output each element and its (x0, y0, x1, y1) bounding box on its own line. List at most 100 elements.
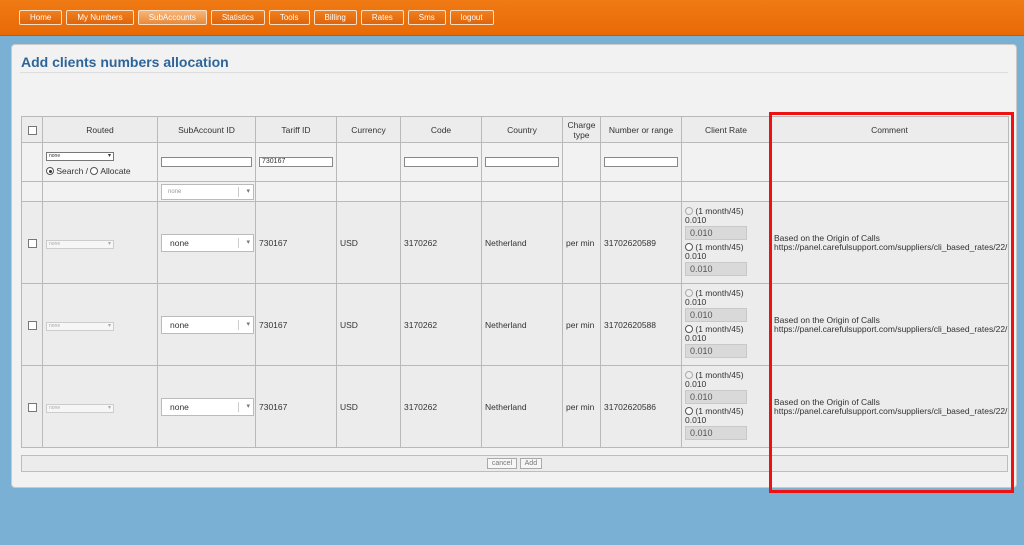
chevron-down-icon: ▾ (107, 240, 111, 247)
routed-select: none ▾ (46, 239, 114, 249)
main-panel: Add clients numbers allocation Routed Su… (11, 44, 1017, 488)
rate-value: 0.010 (685, 332, 707, 343)
search-radio[interactable] (46, 167, 54, 176)
chevron-down-icon: ▾ (107, 322, 111, 329)
row-checkbox[interactable] (27, 238, 37, 248)
rate-value: 0.010 (685, 250, 707, 261)
nav-logout-button[interactable]: logout (449, 10, 494, 25)
rate-value: 0.010 (685, 296, 707, 307)
nav-tools-button[interactable]: Tools (268, 10, 310, 25)
filter-routed-cell: none ▾ Search / Allocate (42, 142, 158, 182)
comment-cell: Based on the Origin of Calls https://pan… (770, 201, 1009, 284)
header-country: Country (481, 116, 563, 143)
tariff-id-cell: 730167 (255, 365, 337, 448)
comment-cell: Based on the Origin of Calls https://pan… (770, 365, 1009, 448)
country-cell: Netherland (481, 365, 563, 448)
subaccount-select[interactable]: none ▾ (161, 233, 254, 252)
currency-cell: USD (336, 365, 401, 448)
subaccount-select[interactable]: none ▾ (161, 315, 254, 334)
nav-home-button[interactable]: Home (19, 10, 63, 25)
top-nav-bar: Home My Numbers SubAccounts Statistics T… (0, 0, 1024, 36)
filter-charge-cell (562, 142, 601, 182)
select-all-checkbox[interactable] (27, 125, 37, 135)
rate-input[interactable]: 0.010 (685, 425, 747, 440)
nav-my-numbers-button[interactable]: My Numbers (66, 10, 134, 25)
subaccount-select-row: none ▾ (21, 181, 1009, 202)
subaccount-select[interactable]: none ▾ (161, 397, 254, 416)
page-title: Add clients numbers allocation (21, 54, 229, 70)
code-cell: 3170262 (400, 365, 482, 448)
header-row: Routed SubAccount ID Tariff ID Currency … (21, 116, 1009, 143)
header-select-cell (21, 116, 43, 143)
rate-input[interactable]: 0.010 (685, 307, 747, 322)
allocate-radio[interactable] (90, 167, 99, 176)
nav-statistics-button[interactable]: Statistics (210, 10, 265, 25)
chevron-down-icon: ▾ (246, 187, 250, 195)
cancel-button[interactable]: cancel (486, 458, 518, 469)
header-client-rate: Client Rate (681, 116, 771, 143)
nav-rates-button[interactable]: Rates (360, 10, 404, 25)
code-filter-input[interactable] (404, 157, 478, 167)
mode-radio-group: Search / Allocate (46, 166, 154, 176)
number-cell: 31702620588 (600, 283, 682, 366)
filter-code-cell (400, 142, 482, 182)
number-cell: 31702620586 (600, 365, 682, 448)
filter-tariff-cell: 730167 (255, 142, 337, 182)
client-rate-cell: (1 month/45) 0.010 0.010 (1 month/45) 0.… (681, 283, 771, 366)
charge-type-cell: per min (562, 201, 601, 284)
form-actions-bar: cancel Add (21, 455, 1008, 472)
rate-input[interactable]: 0.010 (685, 261, 747, 276)
filter-number-cell (600, 142, 682, 182)
table-row: none ▾ none ▾ 730167 USD 3170262 Netherlan… (21, 283, 1009, 366)
header-currency: Currency (336, 116, 401, 143)
chevron-down-icon: ▾ (246, 238, 250, 246)
tariff-filter-input[interactable]: 730167 (259, 157, 333, 167)
rate-value: 0.010 (685, 378, 707, 389)
nav-subaccounts-button[interactable]: SubAccounts (137, 10, 207, 25)
country-cell: Netherland (481, 283, 563, 366)
bulk-subaccount-cell: none ▾ (157, 181, 256, 202)
add-button[interactable]: Add (519, 458, 543, 469)
header-number-or-range: Number or range (600, 116, 682, 143)
code-cell: 3170262 (400, 201, 482, 284)
routed-filter-select[interactable]: none ▾ (46, 151, 114, 161)
nav-billing-button[interactable]: Billing (313, 10, 357, 25)
header-subaccount-id: SubAccount ID (157, 116, 256, 143)
chevron-down-icon: ▾ (107, 152, 111, 159)
row-checkbox[interactable] (27, 402, 37, 412)
charge-type-cell: per min (562, 365, 601, 448)
filter-currency-cell (336, 142, 401, 182)
header-routed: Routed (42, 116, 158, 143)
nav-sms-button[interactable]: Sms (407, 10, 446, 25)
rate-input[interactable]: 0.010 (685, 225, 747, 240)
main-nav: Home My Numbers SubAccounts Statistics T… (19, 10, 494, 25)
bulk-subaccount-select[interactable]: none ▾ (161, 183, 254, 200)
routed-select: none ▾ (46, 321, 114, 331)
filter-comment-cell (770, 142, 1009, 182)
comment-cell: Based on the Origin of Calls https://pan… (770, 283, 1009, 366)
currency-cell: USD (336, 201, 401, 284)
tariff-id-cell: 730167 (255, 201, 337, 284)
header-code: Code (400, 116, 482, 143)
header-charge-type: Charge type (562, 116, 601, 143)
number-filter-input[interactable] (604, 157, 678, 167)
country-filter-input[interactable] (485, 157, 559, 167)
routed-select: none ▾ (46, 403, 114, 413)
table-row: none ▾ none ▾ 730167 USD 3170262 Netherlan… (21, 201, 1009, 284)
subaccount-filter-input[interactable] (161, 157, 252, 167)
rate-input[interactable]: 0.010 (685, 389, 747, 404)
country-cell: Netherland (481, 201, 563, 284)
code-cell: 3170262 (400, 283, 482, 366)
header-comment: Comment (770, 116, 1009, 143)
filter-row: none ▾ Search / Allocate 730167 (21, 142, 1009, 182)
table-row: none ▾ none ▾ 730167 USD 3170262 Netherlan… (21, 365, 1009, 448)
tariff-id-cell: 730167 (255, 283, 337, 366)
rate-input[interactable]: 0.010 (685, 343, 747, 358)
rate-value: 0.010 (685, 214, 707, 225)
row-checkbox[interactable] (27, 320, 37, 330)
client-rate-cell: (1 month/45) 0.010 0.010 (1 month/45) 0.… (681, 201, 771, 284)
header-tariff-id: Tariff ID (255, 116, 337, 143)
filter-rate-cell (681, 142, 771, 182)
client-rate-cell: (1 month/45) 0.010 0.010 (1 month/45) 0.… (681, 365, 771, 448)
filter-subaccount-cell (157, 142, 256, 182)
